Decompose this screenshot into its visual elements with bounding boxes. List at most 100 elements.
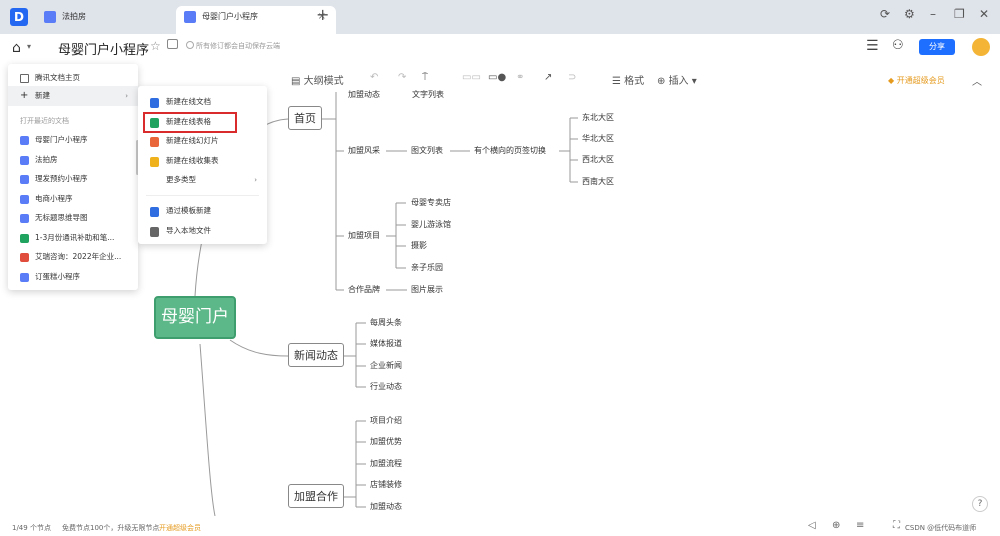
folder-icon[interactable]	[167, 39, 178, 49]
tencent-docs-logo[interactable]: D	[10, 8, 28, 26]
file-type-icon	[150, 156, 159, 167]
share-button[interactable]: 分享	[919, 39, 955, 55]
document-title[interactable]: 母婴门户小程序	[58, 39, 149, 58]
mindmap-leaf[interactable]: 加盟流程	[370, 458, 402, 469]
doc-type-icon	[20, 136, 29, 145]
mindmap-leaf[interactable]: 母婴专卖店	[411, 197, 451, 208]
status-bar: 1/49 个节点 免费节点100个，升级无限节点 开通超级会员 ◁ ⊕ ≡ ⛶ …	[0, 518, 1000, 536]
mindmap-leaf[interactable]: 摄影	[411, 240, 427, 251]
mindmap-leaf[interactable]: 加盟动态	[370, 501, 402, 512]
mindmap-leaf[interactable]: 行业动态	[370, 381, 402, 392]
recent-doc-item[interactable]: 电商小程序	[8, 189, 138, 209]
mindmap-leaf[interactable]: 亲子乐园	[411, 262, 443, 273]
mindmap-leaf[interactable]: 西南大区	[582, 176, 614, 187]
add-user-icon[interactable]: ⚇	[892, 38, 904, 53]
help-button[interactable]: ?	[972, 496, 988, 512]
mindmap-node-news[interactable]: 新闻动态	[288, 343, 344, 367]
mindmap-leaf[interactable]: 企业新闻	[370, 360, 402, 371]
recent-doc-label: 订蛋糕小程序	[35, 271, 80, 281]
insert-button[interactable]: ⊕ 插入 ▾	[657, 72, 697, 87]
sync-icon[interactable]: ⟳	[880, 7, 890, 21]
boundary-icon[interactable]: ⊃	[568, 72, 576, 83]
tab-muying[interactable]: 母婴门户小程序 ×	[176, 6, 336, 34]
mindmap-node[interactable]: 合作品牌	[348, 284, 380, 295]
connector-icon[interactable]: ↗	[544, 72, 552, 83]
menu-icon[interactable]: ☰	[866, 38, 879, 54]
recent-doc-item[interactable]: 理发预约小程序	[8, 169, 138, 189]
mindmap-node[interactable]: 加盟动态	[348, 89, 380, 100]
menu-item-home[interactable]: 腾讯文档主页	[8, 68, 138, 88]
center-icon[interactable]: ⊕	[832, 520, 840, 531]
mindmap-leaf[interactable]: 西北大区	[582, 154, 614, 165]
new-menu-item[interactable]: 导入本地文件	[138, 221, 267, 241]
mindmap-node[interactable]: 图文列表	[411, 145, 443, 156]
summary-icon[interactable]: ⚭	[516, 72, 524, 83]
restore-button[interactable]: ❐	[954, 7, 965, 21]
mindmap-leaf[interactable]: 项目介绍	[370, 415, 402, 426]
chevron-down-icon[interactable]: ▾	[27, 42, 31, 51]
mindmap-node-franchise[interactable]: 加盟合作	[288, 484, 344, 508]
mindmap-node[interactable]: 文字列表	[412, 89, 444, 100]
chevron-right-icon: ›	[254, 176, 257, 185]
vip-label: 开通超级会员	[896, 76, 945, 85]
upgrade-link[interactable]: 开通超级会员	[159, 523, 201, 533]
mindmap-node[interactable]: 有个横向的页签切换	[474, 145, 546, 156]
locate-icon[interactable]: ◁	[808, 520, 816, 531]
mindmap-leaf[interactable]: 婴儿游泳馆	[411, 219, 451, 230]
recent-doc-label: 电商小程序	[35, 193, 73, 203]
recent-doc-item[interactable]: 艾瑞咨询：2022年企业...	[8, 247, 138, 267]
fit-screen-icon[interactable]: ⛶	[893, 520, 900, 531]
new-menu-item[interactable]: 新建在线文档	[138, 92, 267, 112]
mindmap-leaf[interactable]: 东北大区	[582, 112, 614, 123]
recent-doc-item[interactable]: 订蛋糕小程序	[8, 267, 138, 287]
new-menu-item[interactable]: 新建在线幻灯片	[138, 131, 267, 151]
format-painter-icon[interactable]: ⍑	[422, 72, 428, 83]
new-menu-item[interactable]: 更多类型 ›	[138, 170, 267, 190]
settings-icon[interactable]: ⚙	[904, 7, 915, 21]
watermark: CSDN @低代码布道师	[905, 524, 977, 532]
avatar[interactable]	[972, 38, 990, 56]
star-icon[interactable]: ☆	[150, 39, 161, 53]
layout-icon[interactable]: ≡	[856, 520, 864, 531]
new-menu-item-label: 新建在线收集表	[166, 155, 219, 165]
mindmap-node[interactable]: 加盟风采	[348, 145, 380, 156]
doc-type-icon	[20, 214, 29, 223]
save-status: 所有修订都会自动保存云端	[186, 41, 280, 51]
recent-doc-item[interactable]: 母婴门户小程序	[8, 130, 138, 150]
new-menu-item[interactable]: 通过模板新建	[138, 201, 267, 221]
tab-label: 法拍房	[62, 12, 86, 21]
sibling-node-icon[interactable]: ▭▭	[462, 72, 481, 83]
mindmap-node[interactable]: 加盟项目	[348, 230, 380, 241]
chevron-up-icon[interactable]: ︿	[972, 73, 982, 88]
mindmap-leaf[interactable]: 每周头条	[370, 317, 402, 328]
child-node-icon[interactable]: ▭●	[488, 72, 506, 83]
recent-doc-item[interactable]: 无标题思维导图	[8, 208, 138, 228]
new-tab-button[interactable]: +	[316, 5, 329, 24]
document-header: ⌂ ▾ 母婴门户小程序 ☆ 所有修订都会自动保存云端 ☰ ⚇ 分享	[0, 34, 1000, 62]
tab-fapaifang[interactable]: 法拍房 ×	[36, 6, 196, 34]
new-menu-item[interactable]: 新建在线收集表	[138, 151, 267, 171]
new-menu-item-label: 新建在线幻灯片	[166, 136, 219, 146]
mindmap-node-homepage[interactable]: 首页	[288, 106, 322, 130]
mindmap-leaf[interactable]: 加盟优势	[370, 436, 402, 447]
mindmap-node[interactable]: 图片展示	[411, 284, 443, 295]
recent-doc-item[interactable]: 法拍房	[8, 150, 138, 170]
recent-doc-label: 无标题思维导图	[35, 213, 88, 222]
format-button[interactable]: ☰ 格式	[612, 72, 644, 87]
file-type-icon	[150, 137, 159, 148]
mindmap-leaf[interactable]: 店铺装修	[370, 479, 402, 490]
mindmap-leaf[interactable]: 媒体报道	[370, 338, 402, 349]
minimize-button[interactable]: –	[930, 7, 936, 21]
format-label: 格式	[624, 76, 645, 87]
redo-icon[interactable]: ↷	[398, 72, 406, 83]
home-icon[interactable]: ⌂	[12, 40, 21, 56]
new-menu-item-label: 新建在线文档	[166, 97, 211, 106]
close-window-button[interactable]: ✕	[979, 7, 989, 21]
menu-item-new[interactable]: + 新建 ›	[8, 86, 138, 106]
vip-upgrade-link[interactable]: ◆ 开通超级会员	[888, 75, 945, 86]
undo-icon[interactable]: ↶	[370, 72, 378, 83]
mindmap-root-node[interactable]: 母婴门户	[154, 296, 236, 339]
outline-mode-button[interactable]: ▤ 大纲模式	[291, 72, 344, 87]
mindmap-leaf[interactable]: 华北大区	[582, 133, 614, 144]
recent-doc-item[interactable]: 1-3月份通讯补助和笔...	[8, 228, 138, 248]
